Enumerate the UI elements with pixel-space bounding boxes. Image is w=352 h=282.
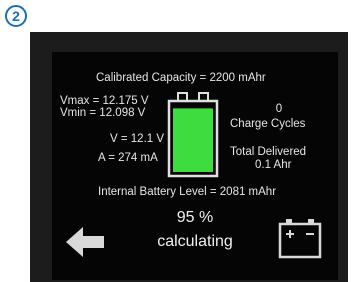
charge-status: calculating [157,233,233,250]
total-delivered-label: Total Delivered [230,146,307,158]
voltage-text: V = 12.1 V [110,133,165,145]
battery-status-screen: Calibrated Capacity = 2200 mAhr Vmax = 1… [52,52,338,280]
battery-icon[interactable] [277,217,325,261]
calibrated-capacity-text: Calibrated Capacity = 2200 mAhr [96,72,266,84]
step-number-badge: 2 [5,5,27,27]
battery-fill-level [173,108,213,172]
battery-gauge [167,92,219,178]
vmin-text: Vmin = 12.098 V [60,107,146,119]
charge-cycles-count: 0 [275,103,283,115]
charge-cycles-label: Charge Cycles [230,118,306,130]
internal-battery-level-text: Internal Battery Level = 2081 mAhr [98,186,277,198]
total-delivered-value: 0.1 Ahr [255,159,292,171]
current-text: A = 274 mA [98,152,158,164]
charge-percent: 95 % [176,209,214,226]
photo-frame: 2 Calibrated Capacity = 2200 mAhr Vmax =… [0,0,352,282]
vmax-text: Vmax = 12.175 V [60,95,149,107]
left-arrow-icon[interactable] [64,225,106,259]
